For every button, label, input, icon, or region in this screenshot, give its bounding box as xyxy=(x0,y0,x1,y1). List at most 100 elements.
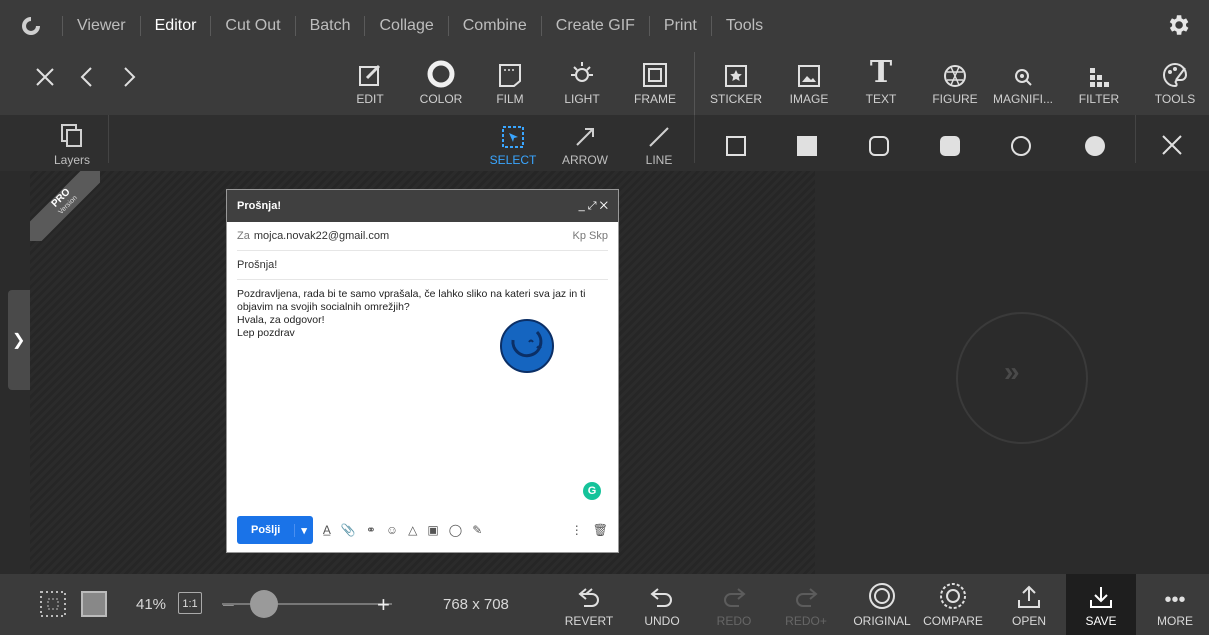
email-window-title: Prošnja! xyxy=(237,200,282,212)
tool-tools[interactable]: TOOLS xyxy=(1144,52,1206,115)
window-controls-icon: _ ⤢ ✕ xyxy=(578,199,608,212)
download-icon xyxy=(1071,574,1131,610)
upload-icon xyxy=(999,574,1059,610)
edited-image[interactable]: Prošnja! _ ⤢ ✕ Za mojca.novak22@gmail.co… xyxy=(226,189,619,553)
line-tool[interactable]: LINE xyxy=(629,115,689,171)
nav-tools[interactable]: Tools xyxy=(710,16,777,36)
ellipse-outline-tool[interactable] xyxy=(991,115,1051,171)
tool-edit[interactable]: EDIT xyxy=(339,52,401,115)
rectangle-filled-tool[interactable] xyxy=(777,115,837,171)
compare-icon xyxy=(918,574,988,610)
rectangle-outline-tool[interactable] xyxy=(706,115,766,171)
main-toolbar: EDIT COLOR FILM LIGHT FRAME STICKER IMAG… xyxy=(0,52,1209,115)
rounded-rect-filled-icon xyxy=(920,115,980,157)
chevron-down-icon: ▾ xyxy=(294,523,313,537)
line-icon xyxy=(629,115,689,149)
ellipse-filled-tool[interactable] xyxy=(1065,115,1125,171)
recipient-email: mojca.novak22@gmail.com xyxy=(253,230,390,242)
tool-magnifier[interactable]: MAGNIFI... xyxy=(992,52,1054,115)
actual-size-button[interactable]: 1:1 xyxy=(178,592,202,614)
undo-icon xyxy=(632,574,692,610)
rounded-rect-outline-icon xyxy=(849,115,909,157)
toolbar-divider xyxy=(694,52,695,115)
tool-image[interactable]: IMAGE xyxy=(778,52,840,115)
email-footer: Pošlji ▾ A̲ 📎 ⚭ ☺ △ ▣ ◯ ✎ ⋮ 🗑 xyxy=(237,516,608,544)
figure-subtoolbar: Layers SELECT ARROW LINE xyxy=(0,115,1209,171)
nav-batch[interactable]: Batch xyxy=(294,16,365,36)
top-navigation: Viewer Editor Cut Out Batch Collage Comb… xyxy=(0,0,1209,52)
rounded-rect-outline-tool[interactable] xyxy=(849,115,909,171)
nav-print[interactable]: Print xyxy=(648,16,711,36)
close-subtoolbar-button[interactable] xyxy=(1142,115,1202,171)
subbar-divider xyxy=(694,115,695,163)
open-button[interactable]: OPEN xyxy=(999,574,1059,635)
zoom-slider-handle[interactable] xyxy=(250,590,278,618)
tool-color[interactable]: COLOR xyxy=(410,52,472,115)
undo-button[interactable]: UNDO xyxy=(632,574,692,635)
forward-arrow-icon[interactable] xyxy=(116,64,142,90)
attachment-icon: 📎 xyxy=(340,523,356,537)
magnifier-icon xyxy=(992,52,1054,88)
edit-icon xyxy=(339,52,401,88)
nav-viewer[interactable]: Viewer xyxy=(62,16,140,36)
color-icon xyxy=(410,52,472,88)
redo-all-icon xyxy=(776,574,836,610)
zoom-slider[interactable] xyxy=(222,603,392,605)
select-tool[interactable]: SELECT xyxy=(483,115,543,171)
sticker-icon xyxy=(705,52,767,88)
rectangle-filled-icon xyxy=(777,115,837,157)
settings-gear-icon[interactable] xyxy=(1165,12,1191,38)
tool-figure[interactable]: FIGURE xyxy=(924,52,986,115)
more-button[interactable]: ••• MORE xyxy=(1145,574,1205,635)
revert-button[interactable]: REVERT xyxy=(559,574,619,635)
rounded-rect-filled-tool[interactable] xyxy=(920,115,980,171)
save-button[interactable]: SAVE xyxy=(1071,574,1131,635)
close-icon[interactable] xyxy=(32,64,58,90)
send-button: Pošlji ▾ xyxy=(237,516,313,544)
frame-icon xyxy=(624,52,686,88)
side-panel-toggle[interactable]: ❯ xyxy=(8,290,30,390)
grammarly-icon: G xyxy=(583,482,601,500)
nav-create-gif[interactable]: Create GIF xyxy=(540,16,649,36)
smiley-sticker-icon xyxy=(499,318,555,374)
tool-film[interactable]: FILM xyxy=(479,52,541,115)
chevron-right-icon: ❯ xyxy=(12,332,26,349)
email-window-header: Prošnja! _ ⤢ ✕ xyxy=(227,190,618,222)
text-icon: T xyxy=(869,55,893,90)
back-arrow-icon[interactable] xyxy=(74,64,100,90)
nav-cut-out[interactable]: Cut Out xyxy=(210,16,294,36)
nav-editor[interactable]: Editor xyxy=(139,16,211,36)
more-options-icon: ⋮ xyxy=(570,523,583,537)
palette-icon xyxy=(1144,52,1206,88)
redo-button[interactable]: REDO xyxy=(704,574,764,635)
signature-icon: ✎ xyxy=(472,523,483,537)
tool-filter[interactable]: FILTER xyxy=(1068,52,1130,115)
zoom-in-button[interactable]: + xyxy=(377,592,390,618)
recipient-row: Za mojca.novak22@gmail.com Kp Skp xyxy=(237,222,608,251)
tool-sticker[interactable]: STICKER xyxy=(705,52,767,115)
tool-light[interactable]: LIGHT xyxy=(551,52,613,115)
tool-text[interactable]: T TEXT xyxy=(850,52,912,115)
arrow-tool[interactable]: ARROW xyxy=(555,115,615,171)
revert-icon xyxy=(559,574,619,610)
image-dimensions: 768 x 708 xyxy=(443,596,509,613)
tool-frame[interactable]: FRAME xyxy=(624,52,686,115)
close-icon xyxy=(1142,115,1202,157)
film-icon xyxy=(479,52,541,88)
drive-icon: △ xyxy=(408,523,418,537)
expand-panel-button[interactable]: » xyxy=(956,312,1088,444)
background-square-icon[interactable] xyxy=(80,590,108,623)
original-button[interactable]: ORIGINAL xyxy=(848,574,916,635)
nav-collage[interactable]: Collage xyxy=(364,16,447,36)
original-icon xyxy=(848,574,916,610)
compare-button[interactable]: COMPARE xyxy=(918,574,988,635)
nav-combine[interactable]: Combine xyxy=(447,16,541,36)
zoom-level: 41% xyxy=(136,596,167,613)
selection-frame-icon[interactable] xyxy=(38,589,68,624)
layers-button[interactable]: Layers xyxy=(42,115,102,171)
zoom-out-button[interactable]: − xyxy=(222,592,235,618)
app-logo-icon[interactable] xyxy=(0,0,62,52)
select-icon xyxy=(483,115,543,149)
ellipse-outline-icon xyxy=(991,115,1051,157)
redo-all-button[interactable]: REDO+ xyxy=(776,574,836,635)
